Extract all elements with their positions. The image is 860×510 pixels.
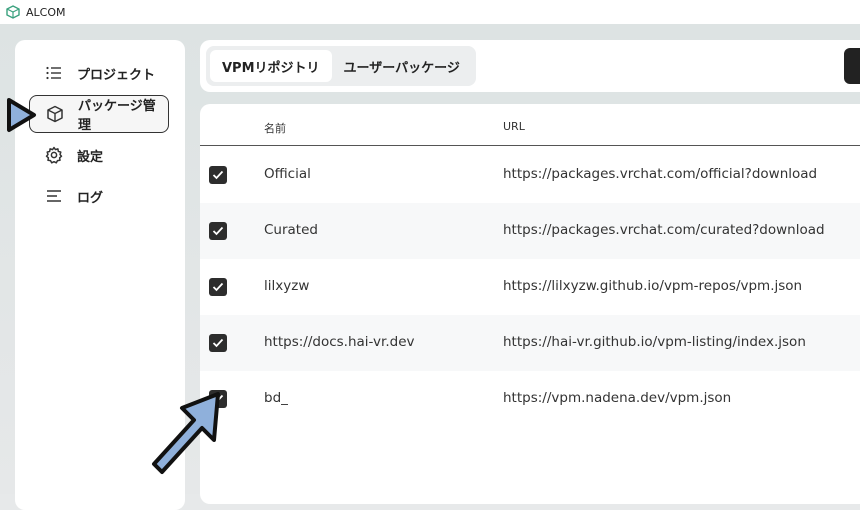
repository-name: Curated xyxy=(264,222,318,238)
sidebar-item-package-management[interactable]: パッケージ管理 xyxy=(29,95,169,133)
column-header-url: URL xyxy=(503,120,525,133)
sidebar-item-label: 設定 xyxy=(77,149,104,165)
sidebar-item-label: パッケージ管理 xyxy=(78,99,156,133)
window-titlebar: ALCOM xyxy=(0,0,860,24)
repository-url: https://vpm.nadena.dev/vpm.json xyxy=(503,390,732,406)
window-title: ALCOM xyxy=(26,5,66,19)
sidebar-item-label: プロジェクト xyxy=(77,67,156,83)
repository-name: lilxyzw xyxy=(264,278,310,294)
table-row: Official https://packages.vrchat.com/off… xyxy=(200,147,860,203)
repository-table: 名前 URL Official https://packages.vrchat.… xyxy=(200,104,860,504)
checkmark-icon xyxy=(212,170,224,180)
table-row: Curated https://packages.vrchat.com/cura… xyxy=(200,203,860,259)
checkmark-icon xyxy=(212,226,224,236)
sidebar-item-settings[interactable]: 設定 xyxy=(29,136,169,174)
repository-checkbox[interactable] xyxy=(209,166,227,184)
annotation-arrow-pointer-icon xyxy=(152,392,220,474)
repository-url: https://packages.vrchat.com/official?dow… xyxy=(503,166,818,182)
sidebar-item-label: ログ xyxy=(77,190,104,206)
repository-checkbox[interactable] xyxy=(209,278,227,296)
annotation-triangle-pointer-icon xyxy=(7,98,36,132)
log-lines-icon xyxy=(45,187,63,205)
tab-bar: VPMリポジトリ ユーザーパッケージ xyxy=(200,40,860,92)
table-row: https://docs.hai-vr.dev https://hai-vr.g… xyxy=(200,315,860,371)
add-repository-button[interactable] xyxy=(844,48,860,84)
sidebar-item-logs[interactable]: ログ xyxy=(29,177,169,215)
repository-url: https://packages.vrchat.com/curated?down… xyxy=(503,222,825,238)
sidebar-item-projects[interactable]: プロジェクト xyxy=(29,54,169,92)
repository-name: Official xyxy=(264,166,311,182)
table-row: lilxyzw https://lilxyzw.github.io/vpm-re… xyxy=(200,259,860,315)
repository-url: https://lilxyzw.github.io/vpm-repos/vpm.… xyxy=(503,278,803,294)
tab-user-packages[interactable]: ユーザーパッケージ xyxy=(332,50,472,82)
column-header-name: 名前 xyxy=(264,122,286,135)
repository-checkbox[interactable] xyxy=(209,334,227,352)
gear-icon xyxy=(45,146,63,164)
table-row: bd_ https://vpm.nadena.dev/vpm.json xyxy=(200,371,860,427)
table-header: 名前 URL xyxy=(200,104,860,146)
repository-url: https://hai-vr.github.io/vpm-listing/ind… xyxy=(503,334,806,350)
list-icon xyxy=(45,64,63,82)
checkmark-icon xyxy=(212,338,224,348)
tab-group: VPMリポジトリ ユーザーパッケージ xyxy=(206,46,476,86)
package-icon xyxy=(46,105,64,123)
alcom-logo-icon xyxy=(6,5,20,19)
repository-name: https://docs.hai-vr.dev xyxy=(264,334,415,350)
tab-vpm-repositories[interactable]: VPMリポジトリ xyxy=(210,50,332,82)
checkmark-icon xyxy=(212,282,224,292)
repository-checkbox[interactable] xyxy=(209,222,227,240)
repository-name: bd_ xyxy=(264,390,288,406)
